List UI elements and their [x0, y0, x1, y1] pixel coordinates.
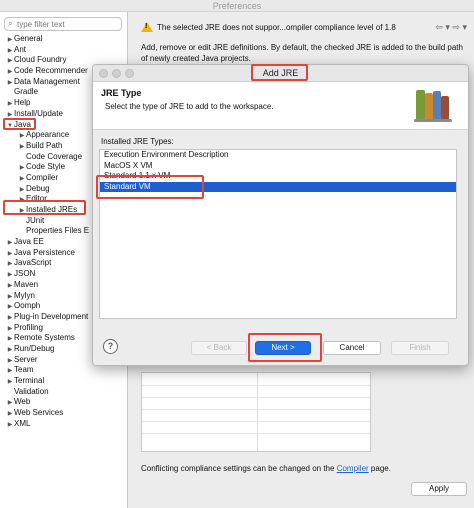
tree-item-label: Ant: [14, 44, 27, 54]
tree-item-label: Mylyn: [14, 290, 35, 300]
compliance-note-text: Conflicting compliance settings can be c…: [141, 464, 337, 473]
expand-right-icon[interactable]: ▶: [6, 420, 14, 431]
tree-item-label: Cloud Foundry: [14, 55, 67, 65]
tree-item-label: Oomph: [14, 301, 41, 311]
tree-item-label: Installed JREs: [26, 205, 78, 214]
tree-item[interactable]: ▶ Team: [0, 365, 127, 376]
tree-item-label: Editor: [26, 194, 47, 204]
tree-item-label: Compiler: [26, 172, 59, 182]
jre-type-item[interactable]: Execution Environment Description: [100, 150, 456, 161]
tree-item-label: Build Path: [26, 140, 63, 150]
warning-bar: The selected JRE does not suppor...ompil…: [139, 18, 469, 38]
tree-item[interactable]: ▶ General: [0, 34, 127, 45]
tree-item-label: General: [14, 34, 43, 43]
tree-item-label: Code Style: [26, 162, 66, 172]
jre-type-item[interactable]: MacOS X VM: [100, 161, 456, 172]
window-title: Preferences: [0, 0, 474, 12]
tree-item-label: JSON: [14, 269, 36, 279]
tree-item-label: Profiling: [14, 322, 43, 332]
tree-item-label: Debug: [26, 183, 50, 193]
library-books-icon: [414, 88, 452, 122]
tree-item-label: Run/Debug: [14, 343, 55, 353]
filter-input[interactable]: [17, 19, 117, 29]
tree-item-label: Java Persistence: [14, 247, 75, 257]
search-icon: ⌕: [8, 19, 13, 28]
compliance-note: Conflicting compliance settings can be c…: [141, 464, 391, 473]
tree-item-label: Server: [14, 354, 38, 364]
jre-table[interactable]: [141, 372, 371, 452]
tree-item-label: Data Management: [14, 76, 80, 86]
tree-item-label: JavaScript: [14, 258, 52, 268]
next-button[interactable]: Next >: [255, 341, 311, 355]
tree-item-label: Properties Files E: [26, 226, 90, 236]
history-nav-icon[interactable]: ⇦ ▾ ⇨ ▾: [435, 22, 467, 33]
tree-item[interactable]: ▶ Web: [0, 397, 127, 408]
dialog-footer: ? < Back Next > Cancel Finish: [93, 335, 468, 365]
tree-item-label: Plug-in Development: [14, 311, 89, 321]
tree-item-label: JUnit: [26, 215, 45, 225]
warning-icon: [141, 22, 153, 32]
tree-item-label: Code Recommender: [14, 66, 88, 76]
dialog-heading: JRE Type: [101, 88, 142, 98]
add-jre-dialog: Add JRE JRE Type Select the type of JRE …: [92, 64, 469, 366]
filter-field[interactable]: ⌕: [4, 17, 122, 31]
cancel-button[interactable]: Cancel: [323, 341, 381, 355]
tree-item-label: XML: [14, 418, 31, 428]
dialog-subheading: Select the type of JRE to add to the wor…: [105, 102, 274, 111]
compliance-note-suffix: page.: [368, 464, 391, 473]
jre-type-item[interactable]: Standard 1.1.x VM: [100, 171, 456, 182]
jre-types-label: Installed JRE Types:: [101, 137, 174, 146]
tree-item-label: Install/Update: [14, 108, 63, 118]
tree-item[interactable]: ▶ Web Services: [0, 408, 127, 419]
dialog-title: Add JRE: [262, 68, 299, 78]
tree-item[interactable]: ▶ Ant: [0, 44, 127, 56]
dialog-header: JRE Type Select the type of JRE to add t…: [93, 82, 468, 130]
tree-item-label: Java EE: [14, 237, 44, 247]
tree-item-label: Web: [14, 397, 31, 407]
back-button[interactable]: < Back: [191, 341, 247, 355]
tree-item[interactable]: ▶ Terminal: [0, 376, 127, 387]
tree-item-label: Maven: [14, 279, 39, 289]
tree-item-label: Java: [14, 119, 31, 129]
page-description: Add, remove or edit JRE definitions. By …: [141, 43, 463, 63]
tree-item-label: Code Coverage: [26, 151, 83, 161]
tree-item-label: Help: [14, 98, 31, 108]
tree-item-label: Remote Systems: [14, 333, 75, 343]
tree-item-label: Terminal: [14, 376, 45, 385]
apply-button[interactable]: Apply: [411, 482, 467, 496]
tree-item-label: Team: [14, 365, 34, 375]
dialog-titlebar: Add JRE: [93, 65, 468, 82]
help-button[interactable]: ?: [103, 339, 118, 354]
tree-item[interactable]: Validation: [0, 386, 127, 398]
finish-button[interactable]: Finish: [391, 341, 449, 355]
compiler-link[interactable]: Compiler: [337, 464, 369, 473]
tree-item-label: Validation: [14, 386, 49, 396]
tree-item-label: Appearance: [26, 130, 70, 140]
jre-type-item[interactable]: Standard VM: [100, 181, 456, 192]
tree-item-label: Gradle: [14, 87, 39, 97]
jre-types-list[interactable]: Execution Environment Description MacOS X…: [99, 149, 457, 319]
tree-item[interactable]: ▶ XML: [0, 418, 127, 431]
tree-item-label: Web Services: [14, 408, 64, 418]
warning-text: The selected JRE does not suppor...ompil…: [157, 23, 396, 32]
